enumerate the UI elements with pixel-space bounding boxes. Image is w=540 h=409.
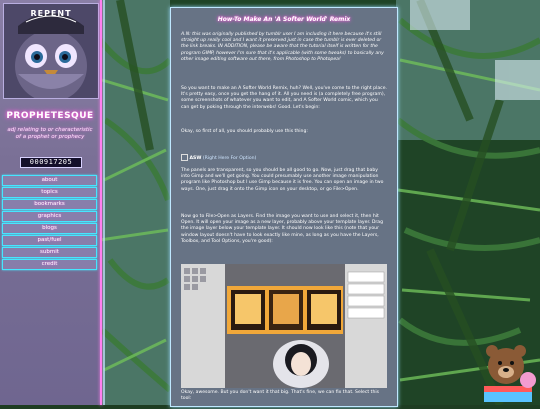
teddy-bear-icon <box>484 345 536 402</box>
image-link-text[interactable]: (Right Here For Option) <box>203 156 256 161</box>
sidebar-glow-line-2 <box>103 0 105 405</box>
paragraph-use-this: Okay, so first of all, you should probab… <box>181 129 308 134</box>
furby-avatar-icon <box>4 4 98 98</box>
nav-item-bookmarks[interactable]: bookmarks <box>2 199 97 210</box>
gimp-window-image <box>181 264 387 388</box>
hit-counter: 000917205 <box>20 157 82 168</box>
intro-paragraph: So you want to make an A Softer World Re… <box>181 86 387 110</box>
avatar: REPENT <box>3 3 99 99</box>
author-note: A.N: this was originally published by tu… <box>181 32 384 62</box>
image-label: ASW <box>189 156 202 161</box>
nav-item-about[interactable]: about <box>2 175 97 186</box>
paragraph-panels: The panels are transparent, so you shoul… <box>181 168 384 192</box>
post-panel: How-To Make An 'A Softer World' Remix A.… <box>170 7 398 407</box>
post-title: How-To Make An 'A Softer World' Remix <box>217 16 351 23</box>
nav-menu: about topics bookmarks graphics blogs pa… <box>2 175 97 271</box>
nav-item-credit[interactable]: credit <box>2 259 97 270</box>
nav-item-topics[interactable]: topics <box>2 187 97 198</box>
site-subtitle: adj relating to or characteristic of a p… <box>7 127 93 140</box>
bear-sticker <box>476 336 540 405</box>
sidebar: REPENT PROPHETESQUE adj relating to or c… <box>0 0 100 405</box>
nav-item-blogs[interactable]: blogs <box>2 223 97 234</box>
gimp-screenshot <box>181 264 387 388</box>
sidebar-glow-line <box>100 0 102 405</box>
paragraph-resize: Okay, awesome. But you don't want it tha… <box>181 390 380 402</box>
nav-item-submit[interactable]: submit <box>2 247 97 258</box>
nav-item-graphics[interactable]: graphics <box>2 211 97 222</box>
avatar-hat-text: REPENT <box>30 9 72 18</box>
nav-item-past-fuel[interactable]: past/fuel <box>2 235 97 246</box>
site-title[interactable]: PROPHETESQUE <box>0 111 100 121</box>
broken-image-icon <box>181 154 188 161</box>
paragraph-open-layers: Now go to File>Open as Layers. Find the … <box>181 214 384 244</box>
template-image-link[interactable]: ASW (Right Here For Option) <box>181 154 256 161</box>
